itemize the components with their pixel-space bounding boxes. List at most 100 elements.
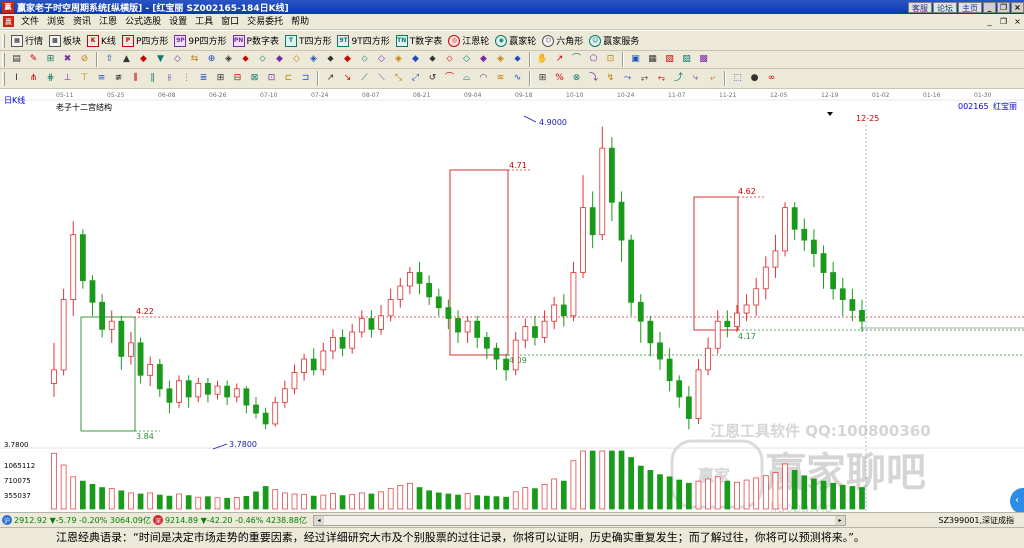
tool-icon[interactable]: ⤳ xyxy=(620,71,635,86)
tool-icon[interactable]: ✎ xyxy=(26,52,41,67)
tool-icon[interactable]: ✖ xyxy=(60,52,75,67)
tool-icon[interactable]: ⊥ xyxy=(60,71,75,86)
index-selector[interactable]: SZ399001,深证成指 xyxy=(938,515,1014,526)
tool-icon[interactable]: ⬥ xyxy=(323,52,338,67)
tool-icon[interactable]: ↺ xyxy=(425,71,440,86)
tool-icon[interactable]: ◇ xyxy=(459,52,474,67)
homepage-button[interactable]: 主页 xyxy=(958,1,982,13)
tool-icon[interactable]: ⫲ xyxy=(162,71,177,86)
tool-icon[interactable]: ⊡ xyxy=(264,71,279,86)
toolbar-button-1[interactable]: ▩ 板块 xyxy=(46,32,84,50)
child-minimize-button[interactable]: _ xyxy=(983,16,996,28)
tool-icon[interactable]: ✋ xyxy=(535,52,550,67)
tool-icon[interactable]: ⬥ xyxy=(425,52,440,67)
tool-icon[interactable]: ⟋ xyxy=(357,71,372,86)
child-restore-button[interactable]: ❐ xyxy=(997,16,1010,28)
tool-icon[interactable]: ▤ xyxy=(9,52,24,67)
tool-icon[interactable]: ↗ xyxy=(552,52,567,67)
close-button[interactable]: × xyxy=(1011,1,1024,13)
menu-window[interactable]: 窗口 xyxy=(217,15,243,29)
tool-icon[interactable]: % xyxy=(552,71,567,86)
tool-icon[interactable]: ⬦ xyxy=(357,52,372,67)
tool-icon[interactable]: ⟍ xyxy=(374,71,389,86)
tool-icon[interactable]: ● xyxy=(747,71,762,86)
toolbar-button-6[interactable]: T T四方形 xyxy=(282,32,335,50)
tool-icon[interactable]: ▨ xyxy=(679,52,694,67)
tool-icon[interactable]: ⊠ xyxy=(247,71,262,86)
shenzhen-index[interactable]: 深 9214.89 ▼-42.20 -0.46% 4238.88亿 xyxy=(151,515,307,526)
toolbar-button-10[interactable]: ◉ 赢家轮 xyxy=(492,32,539,50)
tool-icon[interactable]: ⊞ xyxy=(213,71,228,86)
tool-icon[interactable]: ⊞ xyxy=(535,71,550,86)
scroll-right-icon[interactable]: ▸ xyxy=(835,515,845,525)
dropdown-arrow-icon[interactable] xyxy=(827,112,833,116)
menu-gann[interactable]: 江恩 xyxy=(95,15,121,29)
tool-icon[interactable]: ⊡ xyxy=(603,52,618,67)
tool-icon[interactable]: ↯ xyxy=(603,71,618,86)
tool-icon[interactable]: ◇ xyxy=(170,52,185,67)
menu-formula-screen[interactable]: 公式选股 xyxy=(121,15,165,29)
toolbar-button-8[interactable]: TN T数字表 xyxy=(393,32,446,50)
tool-icon[interactable]: ⤢ xyxy=(408,71,423,86)
tool-icon[interactable]: I xyxy=(9,71,24,86)
menu-tools[interactable]: 工具 xyxy=(191,15,217,29)
tool-icon[interactable]: ◆ xyxy=(340,52,355,67)
tool-icon[interactable]: ⊘ xyxy=(77,52,92,67)
tool-icon[interactable]: ⬥ xyxy=(510,52,525,67)
tool-icon[interactable]: ◈ xyxy=(391,52,406,67)
menu-file[interactable]: 文件 xyxy=(17,15,43,29)
menu-trade[interactable]: 交易委托 xyxy=(243,15,287,29)
child-close-button[interactable]: × xyxy=(1011,16,1024,28)
tool-icon[interactable]: ⊏ xyxy=(281,71,296,86)
shanghai-index[interactable]: 沪 2912.92 ▼-5.79 -0.20% 3064.09亿 xyxy=(0,515,151,526)
tool-icon[interactable]: ◈ xyxy=(493,52,508,67)
tool-icon[interactable]: ⊞ xyxy=(43,52,58,67)
tool-icon[interactable]: ◆ xyxy=(408,52,423,67)
tool-icon[interactable]: ⋕ xyxy=(43,71,58,86)
tool-icon[interactable]: ⊤ xyxy=(77,71,92,86)
tool-icon[interactable]: ⤴ xyxy=(671,71,686,86)
toolbar-grip[interactable] xyxy=(2,71,5,86)
toolbar-button-3[interactable]: P P四方形 xyxy=(119,32,171,50)
tool-icon[interactable]: ⊟ xyxy=(230,71,245,86)
tool-icon[interactable]: ▣ xyxy=(628,52,643,67)
tool-icon[interactable]: ◠ xyxy=(476,71,491,86)
menu-help[interactable]: 帮助 xyxy=(287,15,313,29)
tool-icon[interactable]: ◆ xyxy=(136,52,151,67)
tool-icon[interactable]: ⬦ xyxy=(255,52,270,67)
tool-icon[interactable]: ≡ xyxy=(94,71,109,86)
toolbar-button-5[interactable]: PN P数字表 xyxy=(230,32,282,50)
tool-icon[interactable]: ≋ xyxy=(493,71,508,86)
tool-icon[interactable]: ⬚ xyxy=(730,71,745,86)
tool-icon[interactable]: ⤷ xyxy=(688,71,703,86)
menu-news[interactable]: 资讯 xyxy=(69,15,95,29)
tool-icon[interactable]: ⋔ xyxy=(26,71,41,86)
toolbar-grip[interactable] xyxy=(2,52,5,67)
tool-icon[interactable]: ⫼ xyxy=(128,71,143,86)
tool-icon[interactable]: ⊐ xyxy=(298,71,313,86)
tool-icon[interactable]: ◆ xyxy=(272,52,287,67)
tool-icon[interactable]: ⤶ xyxy=(705,71,720,86)
menu-settings[interactable]: 设置 xyxy=(165,15,191,29)
toolbar-button-2[interactable]: K K线 xyxy=(84,32,119,50)
tool-icon[interactable]: ▦ xyxy=(645,52,660,67)
tool-icon[interactable]: ⌒ xyxy=(442,71,457,86)
tool-icon[interactable]: ▩ xyxy=(696,52,711,67)
tool-icon[interactable]: ⊗ xyxy=(569,71,584,86)
tool-icon[interactable]: ⬠ xyxy=(586,52,601,67)
toolbar-button-9[interactable]: ◎ 江恩轮 xyxy=(445,32,492,50)
service-button[interactable]: 客服 xyxy=(908,1,932,13)
tool-icon[interactable]: ∥ xyxy=(145,71,160,86)
tool-icon[interactable]: ⤵ xyxy=(586,71,601,86)
tool-icon[interactable]: ⥆ xyxy=(654,71,669,86)
kline-chart[interactable]: 05-11 05-25 06-08 06-26 07-10 07-24 08-07 08-21… xyxy=(0,89,1024,514)
toolbar-button-7[interactable]: 9T 9T四方形 xyxy=(334,32,392,50)
tool-icon[interactable]: ⇆ xyxy=(187,52,202,67)
tool-icon[interactable]: ◈ xyxy=(306,52,321,67)
tool-icon[interactable]: ▧ xyxy=(662,52,677,67)
toolbar-button-4[interactable]: 9P 9P四方形 xyxy=(171,32,229,50)
tool-icon[interactable]: ⇧ xyxy=(102,52,117,67)
tool-icon[interactable]: ⋮ xyxy=(179,71,194,86)
tool-icon[interactable]: ⤡ xyxy=(391,71,406,86)
tool-icon[interactable]: ◇ xyxy=(374,52,389,67)
